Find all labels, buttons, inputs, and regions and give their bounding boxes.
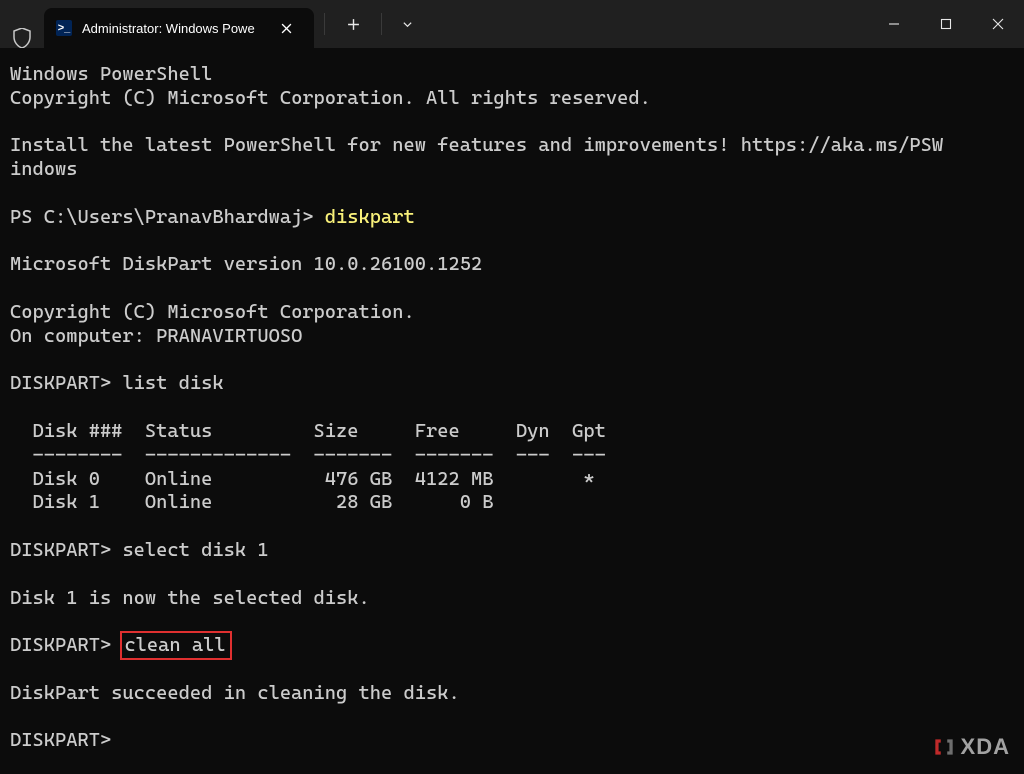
tab-dropdown-button[interactable]	[392, 7, 422, 41]
command-text: diskpart	[325, 205, 415, 228]
maximize-button[interactable]	[920, 0, 972, 48]
tab-separator-2	[381, 13, 382, 35]
tab-title: Administrator: Windows Powe	[82, 21, 266, 36]
table-header: Disk ### Status Size Free Dyn Gpt	[10, 419, 606, 442]
highlighted-command: clean all	[120, 631, 231, 660]
xda-logo-icon	[931, 734, 957, 760]
command-text: list disk	[122, 371, 223, 394]
command-text: select disk 1	[122, 538, 268, 561]
text-line: DiskPart succeeded in cleaning the disk.	[10, 681, 460, 704]
prompt-prefix: DISKPART>	[10, 371, 122, 394]
prompt-prefix: DISKPART>	[10, 728, 111, 751]
prompt-prefix: PS C:\Users\PranavBhardwaj>	[10, 205, 325, 228]
text-line: Windows PowerShell	[10, 62, 212, 85]
active-tab[interactable]: >_ Administrator: Windows Powe	[44, 8, 314, 48]
terminal-output[interactable]: Windows PowerShell Copyright (C) Microso…	[0, 48, 1024, 774]
tab-separator	[324, 13, 325, 35]
text-line: On computer: PRANAVIRTUOSO	[10, 324, 302, 347]
new-tab-button[interactable]	[335, 7, 371, 41]
table-row: Disk 1 Online 28 GB 0 B	[10, 490, 493, 513]
close-tab-button[interactable]	[276, 18, 296, 38]
table-row: Disk 0 Online 476 GB 4122 MB *	[10, 467, 595, 490]
text-line: Install the latest PowerShell for new fe…	[10, 133, 943, 180]
powershell-icon: >_	[56, 20, 72, 36]
uac-shield-icon	[0, 28, 44, 48]
text-line: Copyright (C) Microsoft Corporation.	[10, 300, 415, 323]
watermark-text: XDA	[961, 734, 1010, 760]
table-divider: -------- ------------- ------- ------- -…	[10, 443, 606, 466]
command-text: clean all	[124, 633, 225, 656]
prompt-prefix: DISKPART>	[10, 538, 122, 561]
text-line: Disk 1 is now the selected disk.	[10, 586, 370, 609]
titlebar: >_ Administrator: Windows Powe	[0, 0, 1024, 48]
minimize-button[interactable]	[868, 0, 920, 48]
watermark: XDA	[931, 734, 1010, 760]
close-window-button[interactable]	[972, 0, 1024, 48]
text-line: Microsoft DiskPart version 10.0.26100.12…	[10, 252, 482, 275]
prompt-prefix: DISKPART>	[10, 633, 122, 656]
terminal-window: >_ Administrator: Windows Powe	[0, 0, 1024, 774]
text-line: Copyright (C) Microsoft Corporation. All…	[10, 86, 651, 109]
